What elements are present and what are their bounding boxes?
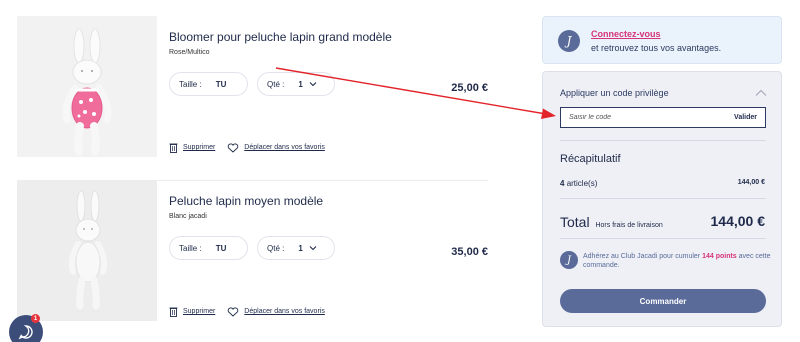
cart-page: Bloomer pour peluche lapin grand modèle … bbox=[0, 0, 800, 342]
jacadi-logo-icon: J bbox=[558, 30, 580, 52]
promo-toggle[interactable]: Appliquer un code privilège bbox=[560, 88, 669, 98]
size-value: TU bbox=[215, 243, 227, 253]
divider bbox=[560, 140, 766, 141]
delete-button[interactable]: Supprimer bbox=[169, 306, 215, 317]
chevron-down-icon bbox=[309, 82, 317, 87]
size-label: Taille : bbox=[179, 79, 202, 89]
article-count-label: article(s) bbox=[566, 179, 598, 188]
promo-code-form: Valider bbox=[560, 107, 766, 128]
product-variant: Blanc jacadi bbox=[169, 213, 207, 220]
jacadi-logo-icon: J bbox=[560, 251, 578, 269]
delete-button[interactable]: Supprimer bbox=[169, 142, 215, 153]
trash-icon bbox=[169, 307, 178, 317]
total-value: 144,00 € bbox=[710, 213, 766, 229]
summary-title: Récapitulatif bbox=[560, 153, 621, 165]
club-message: Adhérez au Club Jacadi pour cumuler 144 … bbox=[583, 252, 773, 270]
heart-icon bbox=[228, 306, 239, 317]
size-selector[interactable]: Taille : TU bbox=[169, 236, 248, 260]
product-price: 25,00 € bbox=[451, 82, 488, 94]
article-count-number: 4 bbox=[560, 179, 565, 188]
move-to-favorites-button[interactable]: Déplacer dans vos favoris bbox=[227, 306, 325, 317]
item-divider bbox=[157, 180, 488, 181]
trash-icon bbox=[169, 143, 178, 153]
favorite-label: Déplacer dans vos favoris bbox=[244, 308, 325, 315]
delete-label: Supprimer bbox=[183, 144, 216, 151]
quantity-selector[interactable]: Qté : 1 bbox=[257, 72, 335, 96]
divider bbox=[560, 198, 766, 199]
product-name[interactable]: Peluche lapin moyen modèle bbox=[169, 194, 323, 208]
size-label: Taille : bbox=[179, 243, 202, 253]
total-label-group: Total Hors frais de livraison bbox=[560, 214, 663, 230]
quantity-selector[interactable]: Qté : 1 bbox=[257, 236, 335, 260]
chevron-up-icon[interactable] bbox=[755, 89, 767, 97]
product-variant: Rose/Multico bbox=[169, 49, 210, 56]
club-points: 144 points bbox=[702, 253, 737, 260]
quantity-value: 1 bbox=[298, 79, 303, 89]
club-text-before: Adhérez au Club Jacadi pour cumuler bbox=[583, 253, 701, 260]
quantity-value: 1 bbox=[298, 243, 303, 253]
total-note: Hors frais de livraison bbox=[595, 222, 663, 229]
login-subtitle: et retrouvez tous vos avantages. bbox=[591, 43, 722, 53]
divider bbox=[560, 238, 766, 239]
articles-subtotal: 144,00 € bbox=[737, 179, 765, 186]
cart-item: Peluche lapin moyen modèle Blanc jacadi … bbox=[17, 180, 488, 330]
size-value: TU bbox=[215, 79, 227, 89]
promo-code-input[interactable] bbox=[569, 114, 709, 121]
article-count: 4 article(s) bbox=[560, 179, 597, 188]
total-label: Total bbox=[560, 214, 590, 230]
product-image[interactable] bbox=[17, 16, 157, 157]
product-price: 35,00 € bbox=[451, 246, 488, 258]
order-summary-panel: Appliquer un code privilège Valider Réca… bbox=[542, 71, 782, 327]
heart-icon bbox=[228, 142, 239, 153]
product-name[interactable]: Bloomer pour peluche lapin grand modèle bbox=[169, 30, 392, 44]
quantity-label: Qté : bbox=[267, 79, 285, 89]
favorite-label: Déplacer dans vos favoris bbox=[244, 144, 325, 151]
chat-notification-badge: 1 bbox=[31, 314, 40, 323]
item-actions: Supprimer Déplacer dans vos favoris bbox=[169, 142, 325, 153]
chat-icon bbox=[18, 325, 33, 340]
size-selector[interactable]: Taille : TU bbox=[169, 72, 248, 96]
move-to-favorites-button[interactable]: Déplacer dans vos favoris bbox=[227, 142, 325, 153]
chevron-down-icon bbox=[309, 246, 317, 251]
cart-item: Bloomer pour peluche lapin grand modèle … bbox=[17, 16, 488, 166]
item-actions: Supprimer Déplacer dans vos favoris bbox=[169, 306, 325, 317]
bunny-pink-bloomer-image bbox=[17, 16, 157, 157]
login-link[interactable]: Connectez-vous bbox=[591, 29, 661, 39]
login-banner: J Connectez-vous et retrouvez tous vos a… bbox=[542, 16, 782, 64]
quantity-label: Qté : bbox=[267, 243, 285, 253]
product-image[interactable] bbox=[17, 180, 157, 321]
promo-validate-button[interactable]: Valider bbox=[734, 114, 757, 121]
delete-label: Supprimer bbox=[183, 308, 216, 315]
checkout-button[interactable]: Commander bbox=[560, 289, 766, 313]
bunny-white-image bbox=[17, 180, 157, 321]
